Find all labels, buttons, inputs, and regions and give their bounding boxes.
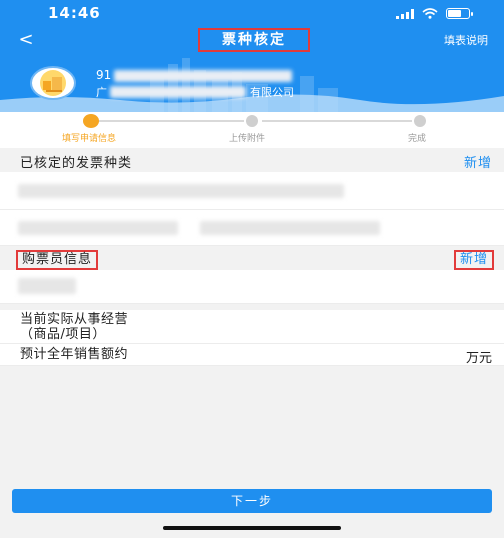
annual-sales-label: 预计全年销售额约: [20, 347, 129, 362]
business-scope-label: 当前实际从事经营: [20, 312, 129, 327]
company-name-suffix: 有限公司: [250, 86, 294, 99]
company-tax-id: 91: [96, 68, 112, 82]
annual-sales-row[interactable]: 预计全年销售额约 万元: [0, 344, 504, 366]
invoice-type-row[interactable]: [0, 172, 504, 210]
nav-bar: < 票种核定 填表说明: [0, 28, 504, 54]
business-scope-row[interactable]: 当前实际从事经营 （商品/项目）: [0, 310, 504, 344]
buyer-info-title: 购票员信息: [16, 250, 99, 270]
step-label-upload: 上传附件: [229, 134, 266, 144]
annual-sales-unit: 万元: [465, 351, 492, 366]
battery-icon: [446, 8, 473, 19]
status-time: 14:46: [48, 4, 101, 22]
progress-stepper: 填写申请信息 上传附件 完成: [0, 112, 504, 148]
status-bar: 14:46: [0, 0, 504, 28]
home-indicator[interactable]: [163, 526, 341, 530]
signal-icon: [396, 8, 414, 19]
step-dot-fill-info: [83, 114, 99, 128]
step-label-fill-info: 填写申请信息: [62, 134, 117, 144]
step-connector: [262, 120, 412, 122]
company-logo-icon: [32, 68, 74, 98]
redacted-invoice-type: [18, 221, 178, 235]
invoice-type-row[interactable]: [0, 210, 504, 246]
business-scope-sublabel: （商品/项目）: [20, 327, 106, 342]
step-dot-upload: [246, 115, 258, 127]
back-arrow-icon[interactable]: <: [14, 29, 38, 53]
step-dot-complete: [414, 115, 426, 127]
wifi-icon: [422, 8, 438, 19]
add-buyer-button[interactable]: 新增: [453, 250, 494, 270]
company-name-start: 广: [96, 86, 107, 99]
redacted-buyer-name: [18, 278, 76, 294]
form-instructions-link[interactable]: 填表说明: [444, 32, 488, 48]
step-connector: [98, 120, 244, 122]
buyer-row[interactable]: [0, 270, 504, 304]
redacted-tax-id: [114, 70, 292, 82]
page-title: 票种核定: [198, 28, 310, 52]
buyer-info-header: 购票员信息 新增: [0, 246, 504, 270]
invoice-types-title: 已核定的发票种类: [20, 156, 133, 171]
next-step-button[interactable]: 下一步: [12, 489, 492, 513]
status-icons: [396, 8, 473, 19]
company-banner: 91 广 有限公司: [0, 54, 504, 112]
redacted-invoice-type: [18, 184, 344, 198]
invoice-types-header: 已核定的发票种类 新增: [0, 148, 504, 172]
step-label-complete: 完成: [408, 134, 427, 144]
city-skyline-illustration: [0, 58, 504, 112]
redacted-invoice-detail: [200, 221, 380, 235]
redacted-company-name: [110, 86, 246, 98]
add-invoice-type-button[interactable]: 新增: [464, 152, 492, 171]
